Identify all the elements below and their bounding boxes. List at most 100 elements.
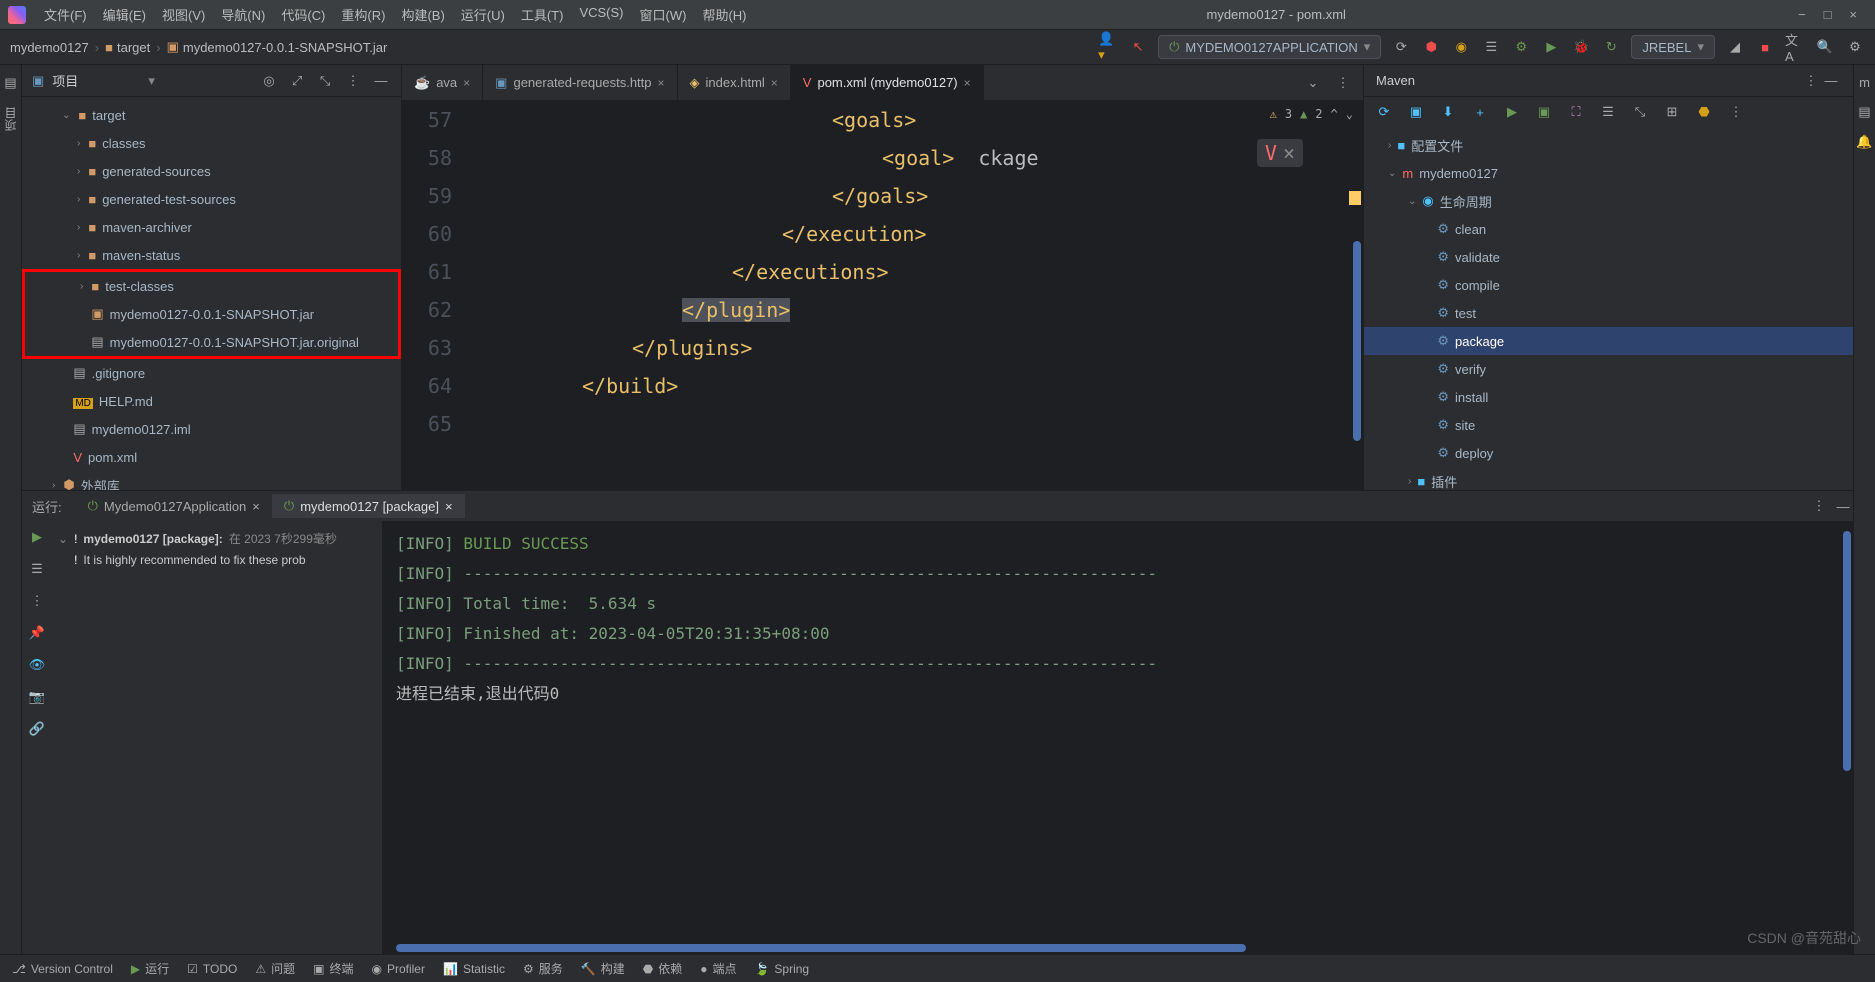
code-line[interactable]: </execution> <box>482 215 1363 253</box>
menu-item[interactable]: 导航(N) <box>213 5 273 24</box>
run-tab[interactable]: ⏻Mydemo0127Application× <box>76 494 272 518</box>
console-v-scrollbar[interactable] <box>1843 531 1851 771</box>
editor-tab[interactable]: Vpom.xml (mydemo0127)× <box>791 65 984 100</box>
maven-item[interactable]: ›⚙install <box>1364 383 1853 411</box>
download-icon[interactable]: ⬇ <box>1438 102 1458 122</box>
close-icon[interactable]: × <box>771 76 778 90</box>
more-icon[interactable]: ⋮ <box>1726 102 1746 122</box>
folder-icon[interactable]: ▤ <box>4 75 16 91</box>
tree-item[interactable]: ⌄■target <box>22 101 401 129</box>
maven-item[interactable]: ›⚙validate <box>1364 243 1853 271</box>
settings-icon[interactable]: ⚙ <box>1845 37 1865 57</box>
status-item[interactable]: 📊Statistic <box>443 962 505 976</box>
status-item[interactable]: ⚙服务 <box>523 960 563 977</box>
run-tree-node[interactable]: ⌄!mydemo0127 [package]: 在 2023 7秒299毫秒 <box>58 527 376 550</box>
hammer-icon[interactable]: ↖ <box>1128 37 1148 57</box>
tree-item[interactable]: ›■maven-status <box>22 241 401 269</box>
close-icon[interactable]: × <box>658 76 665 90</box>
inline-popup[interactable]: V × <box>1257 139 1303 167</box>
add-icon[interactable]: + <box>1470 102 1490 122</box>
status-item[interactable]: ☑TODO <box>187 962 237 976</box>
run-tree-node[interactable]: ⌄!It is highly recommended to fix these … <box>58 550 376 570</box>
close-icon[interactable]: × <box>252 499 260 514</box>
stop-icon[interactable]: ■ <box>1755 37 1775 57</box>
minimize-button[interactable]: − <box>1798 7 1806 22</box>
editor-tab[interactable]: ☕ava× <box>402 65 483 100</box>
breadcrumb-item[interactable]: mydemo0127 <box>10 40 89 55</box>
user-icon[interactable]: 👤▾ <box>1098 37 1118 57</box>
menu-item[interactable]: VCS(S) <box>571 5 631 24</box>
graph-icon[interactable]: ⊞ <box>1662 102 1682 122</box>
status-item[interactable]: 🔨构建 <box>581 960 625 977</box>
execute-icon[interactable]: ▣ <box>1534 102 1554 122</box>
maven-item[interactable]: ›⚙deploy <box>1364 439 1853 467</box>
gear-icon[interactable]: ⚙ <box>1511 37 1531 57</box>
options-icon[interactable]: ⋮ <box>1801 71 1821 91</box>
menu-item[interactable]: 工具(T) <box>513 5 572 24</box>
tree-item[interactable]: ›■maven-archiver <box>22 213 401 241</box>
run-config-select[interactable]: ⏻ MYDEMO0127APPLICATION ▾ <box>1158 35 1381 59</box>
maximize-button[interactable]: □ <box>1824 7 1832 22</box>
eye-icon[interactable]: 👁 <box>27 655 47 675</box>
jrebel-select[interactable]: JREBEL ▾ <box>1631 35 1715 59</box>
search-icon[interactable]: 🔍 <box>1815 37 1835 57</box>
stop-icon[interactable]: ☰ <box>27 559 47 579</box>
expand-icon[interactable]: ⤢ <box>287 71 307 91</box>
tree-item[interactable]: ›Vpom.xml <box>22 443 401 471</box>
maven-item[interactable]: ›⚙test <box>1364 299 1853 327</box>
tree-item[interactable]: ›■test-classes <box>25 272 398 300</box>
menu-item[interactable]: 帮助(H) <box>694 5 754 24</box>
options-icon[interactable]: ⋮ <box>343 71 363 91</box>
offline-icon[interactable]: ☰ <box>1598 102 1618 122</box>
code-line[interactable]: </executions> <box>482 253 1363 291</box>
menu-item[interactable]: 文件(F) <box>36 5 95 24</box>
code-line[interactable]: <goal> ckage <box>482 139 1363 177</box>
status-item[interactable]: ▶运行 <box>131 960 169 977</box>
tree-item[interactable]: ›■generated-test-sources <box>22 185 401 213</box>
bug-icon[interactable]: ⬢ <box>1421 37 1441 57</box>
link-icon[interactable]: 🔗 <box>27 719 47 739</box>
refresh-icon[interactable]: ⟳ <box>1391 37 1411 57</box>
run-console[interactable]: [INFO] BUILD SUCCESS[INFO] -------------… <box>382 521 1853 954</box>
debug-icon[interactable]: 🐞 <box>1571 37 1591 57</box>
tab-down-icon[interactable]: ⌄ <box>1303 73 1323 93</box>
code-line[interactable]: </plugins> <box>482 329 1363 367</box>
pin-icon[interactable]: 📌 <box>27 623 47 643</box>
menu-item[interactable]: 构建(B) <box>393 5 452 24</box>
editor-tab[interactable]: ▣generated-requests.http× <box>483 65 677 100</box>
status-item[interactable]: ⚠问题 <box>255 960 295 977</box>
tree-item[interactable]: ›▤.gitignore <box>22 359 401 387</box>
status-item[interactable]: ▣终端 <box>313 960 353 977</box>
code-line[interactable]: </goals> <box>482 177 1363 215</box>
skip-icon[interactable]: ⛶ <box>1566 102 1586 122</box>
collapse-icon[interactable]: ⤡ <box>1630 102 1650 122</box>
run-tab[interactable]: ⏻mydemo0127 [package]× <box>272 494 465 518</box>
options-icon[interactable]: ⋮ <box>1809 496 1829 516</box>
project-stripe-label[interactable]: 项目 <box>2 103 19 135</box>
menu-item[interactable]: 窗口(W) <box>632 5 695 24</box>
camera-icon[interactable]: 📷 <box>27 687 47 707</box>
menu-item[interactable]: 代码(C) <box>273 5 333 24</box>
code-line[interactable]: <goals> <box>482 101 1363 139</box>
target-icon[interactable]: ◎ <box>259 71 279 91</box>
git-icon[interactable]: ◢ <box>1725 37 1745 57</box>
close-button[interactable]: × <box>1849 7 1857 22</box>
tree-item[interactable]: ›■generated-sources <box>22 157 401 185</box>
close-icon[interactable]: × <box>445 499 453 514</box>
status-item[interactable]: ●端点 <box>700 960 736 977</box>
tree-item[interactable]: ›MDHELP.md <box>22 387 401 415</box>
menu-item[interactable]: 运行(U) <box>453 5 513 24</box>
analyze-icon[interactable]: ◉ <box>1451 37 1471 57</box>
maven-stripe-icon[interactable]: m <box>1859 75 1870 90</box>
tree-item[interactable]: ›▤mydemo0127.iml <box>22 415 401 443</box>
v-scrollbar[interactable] <box>1353 241 1361 441</box>
breadcrumb-item[interactable]: ▣ mydemo0127-0.0.1-SNAPSHOT.jar <box>167 39 388 55</box>
code-line[interactable]: </build> <box>482 367 1363 405</box>
breadcrumb-item[interactable]: ■ target <box>105 40 150 55</box>
maven-item[interactable]: ›⚙verify <box>1364 355 1853 383</box>
maven-item[interactable]: ›⚙clean <box>1364 215 1853 243</box>
tab-more-icon[interactable]: ⋮ <box>1333 73 1353 93</box>
maven-item[interactable]: ⌄mmydemo0127 <box>1364 159 1853 187</box>
generate-icon[interactable]: ▣ <box>1406 102 1426 122</box>
maven-item[interactable]: ⌄◉生命周期 <box>1364 187 1853 215</box>
